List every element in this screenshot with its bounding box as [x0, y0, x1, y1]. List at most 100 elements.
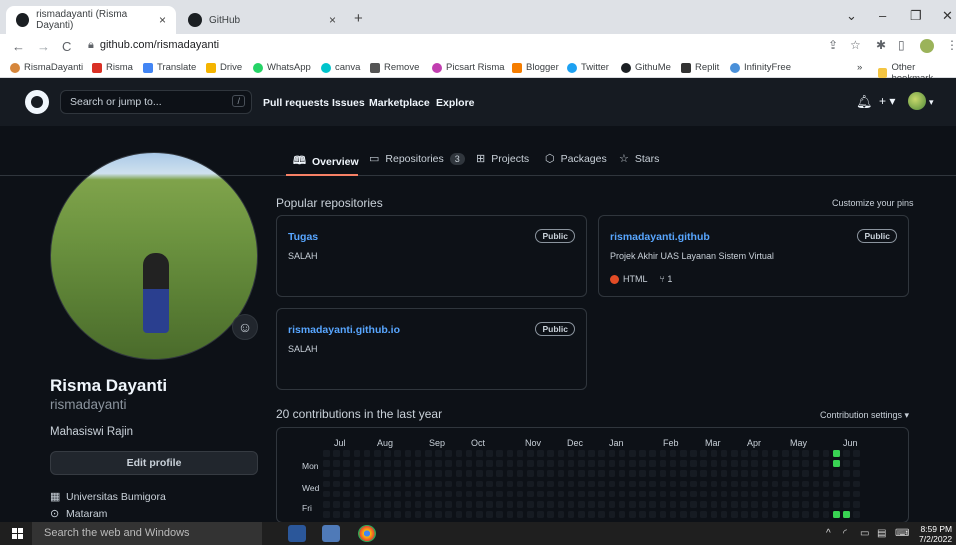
contribution-day-cell[interactable] — [822, 470, 830, 477]
tab-projects[interactable]: ⊞ Projects — [476, 152, 529, 166]
contribution-day-cell[interactable] — [343, 490, 350, 498]
contribution-day-cell[interactable] — [761, 511, 769, 518]
word-app-icon[interactable] — [288, 525, 306, 542]
contribution-day-cell[interactable] — [414, 450, 422, 457]
contribution-day-cell[interactable] — [710, 490, 718, 498]
contribution-day-cell[interactable] — [363, 450, 371, 457]
contribution-day-cell[interactable] — [649, 470, 656, 477]
contribution-day-cell[interactable] — [700, 480, 707, 488]
contribution-day-cell[interactable] — [435, 450, 442, 457]
contribution-day-cell[interactable] — [516, 460, 524, 467]
bookmark-item[interactable]: RismaDayanti — [10, 62, 83, 73]
contribution-day-cell[interactable] — [680, 501, 687, 508]
bookmark-item[interactable]: Remove — [370, 62, 419, 73]
contribution-day-cell[interactable] — [476, 480, 483, 488]
contribution-day-cell[interactable] — [465, 470, 473, 477]
contribution-day-cell[interactable] — [853, 460, 860, 467]
contribution-day-cell[interactable] — [720, 460, 728, 467]
contribution-day-cell[interactable] — [527, 470, 534, 477]
contribution-day-cell[interactable] — [486, 480, 493, 488]
contribution-day-cell[interactable] — [527, 511, 534, 518]
set-status-smiley-icon[interactable]: ☺ — [232, 314, 258, 340]
contribution-day-cell[interactable] — [629, 450, 636, 457]
contribution-day-cell[interactable] — [384, 501, 391, 508]
contribution-day-cell[interactable] — [588, 460, 595, 467]
bookmark-item[interactable]: Drive — [206, 62, 242, 73]
contribution-day-cell[interactable] — [598, 490, 605, 498]
contribution-day-cell[interactable] — [822, 460, 830, 467]
contribution-day-cell[interactable] — [445, 480, 452, 488]
contribution-day-cell[interactable] — [761, 480, 769, 488]
contribution-day-cell[interactable] — [822, 450, 830, 457]
contribution-day-cell[interactable] — [506, 480, 514, 488]
contribution-day-cell[interactable] — [323, 480, 330, 488]
contribution-day-cell[interactable] — [710, 480, 718, 488]
contribution-day-cell[interactable] — [782, 480, 789, 488]
contribution-day-cell[interactable] — [527, 490, 534, 498]
contribution-day-cell[interactable] — [741, 511, 748, 518]
contribution-day-cell[interactable] — [812, 501, 820, 508]
contribution-day-cell[interactable] — [445, 490, 452, 498]
contribution-day-cell[interactable] — [669, 460, 677, 467]
contribution-day-cell[interactable] — [812, 490, 820, 498]
chrome-app-icon[interactable] — [358, 525, 376, 542]
contribution-day-cell[interactable] — [384, 511, 391, 518]
contribution-day-cell[interactable] — [425, 490, 432, 498]
contribution-day-cell[interactable] — [547, 501, 554, 508]
contribution-day-cell[interactable] — [557, 470, 565, 477]
contribution-day-cell[interactable] — [792, 450, 799, 457]
bookmark-star-icon[interactable]: ☆ — [850, 38, 861, 52]
contribution-day-cell[interactable] — [761, 490, 769, 498]
contribution-day-cell[interactable] — [343, 470, 350, 477]
contribution-day-cell[interactable] — [822, 511, 830, 518]
contribution-day-cell[interactable] — [547, 470, 554, 477]
contribution-day-cell[interactable] — [639, 490, 646, 498]
contribution-day-cell[interactable] — [394, 501, 401, 508]
contribution-day-cell[interactable] — [812, 470, 820, 477]
contribution-day-cell[interactable] — [557, 450, 565, 457]
sidepanel-icon[interactable]: ▯ — [898, 38, 905, 52]
contribution-day-cell[interactable] — [843, 460, 850, 467]
contribution-day-cell[interactable] — [853, 511, 860, 518]
explorer-app-icon[interactable] — [322, 525, 340, 542]
contribution-day-cell[interactable] — [496, 470, 503, 477]
contribution-day-cell[interactable] — [384, 480, 391, 488]
contribution-day-cell[interactable] — [659, 450, 667, 457]
contribution-day-cell[interactable] — [425, 480, 432, 488]
contribution-day-cell[interactable] — [680, 490, 687, 498]
contribution-day-cell[interactable] — [374, 501, 381, 508]
contribution-day-cell[interactable] — [465, 450, 473, 457]
contribution-day-cell[interactable] — [649, 450, 656, 457]
contribution-day-cell[interactable] — [425, 460, 432, 467]
contribution-day-cell[interactable] — [710, 501, 718, 508]
contribution-day-cell[interactable] — [720, 470, 728, 477]
contribution-day-cell[interactable] — [394, 490, 401, 498]
contribution-day-cell[interactable] — [598, 460, 605, 467]
contribution-day-cell[interactable] — [557, 501, 565, 508]
contribution-day-cell[interactable] — [333, 501, 340, 508]
contribution-day-cell[interactable] — [700, 490, 707, 498]
contribution-day-cell[interactable] — [445, 450, 452, 457]
contribution-day-cell[interactable] — [486, 501, 493, 508]
contribution-day-cell[interactable] — [363, 480, 371, 488]
contribution-day-cell[interactable] — [414, 480, 422, 488]
contribution-day-cell[interactable] — [323, 470, 330, 477]
windows-start-icon[interactable] — [12, 528, 23, 539]
contribution-day-cell[interactable] — [751, 511, 758, 518]
contribution-day-cell[interactable] — [751, 501, 758, 508]
contribution-day-cell[interactable] — [598, 470, 605, 477]
contribution-day-cell[interactable] — [802, 450, 809, 457]
contribution-day-cell[interactable] — [384, 450, 391, 457]
contribution-day-cell[interactable] — [629, 470, 636, 477]
contribution-day-cell[interactable] — [537, 501, 544, 508]
contribution-day-cell[interactable] — [425, 511, 432, 518]
contribution-day-cell[interactable] — [567, 450, 575, 457]
contribution-day-cell[interactable] — [435, 511, 442, 518]
contribution-day-cell[interactable] — [333, 450, 340, 457]
close-tab-icon[interactable]: × — [159, 13, 166, 27]
contribution-day-cell[interactable] — [802, 501, 809, 508]
contribution-day-cell[interactable] — [618, 460, 626, 467]
contribution-day-cell[interactable] — [588, 480, 595, 488]
contribution-day-cell[interactable] — [516, 470, 524, 477]
contribution-day-cell[interactable] — [333, 460, 340, 467]
